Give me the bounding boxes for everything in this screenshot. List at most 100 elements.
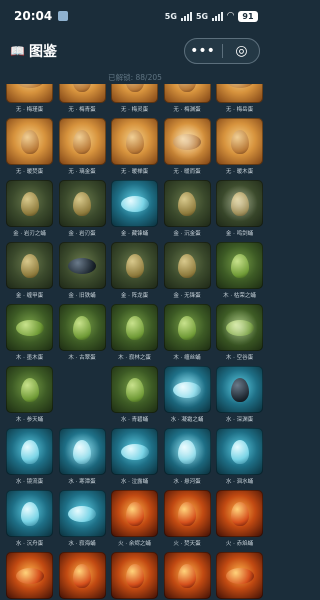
collection-item[interactable]: 火 · 焚天蛋 (163, 490, 211, 552)
collection-item[interactable]: 金 · 岩刃蛋 (58, 180, 106, 242)
collection-grid-viewport[interactable]: 无 · 梅瑾蛋 无 · 梅青蛋 无 · 梅灵蛋 无 · 梅渊蛋 无 · 梅岳蛋无 · 暖… (0, 84, 270, 600)
egg-icon (120, 444, 149, 461)
collection-item[interactable]: 无 · 梅灵蛋 (111, 84, 158, 118)
collection-item[interactable]: 无 · 暖焚蛋 (6, 118, 53, 180)
egg-image (216, 180, 263, 227)
collection-item[interactable]: 水 · 青碧蛹 (111, 366, 158, 428)
egg-image (216, 84, 263, 103)
collection-item[interactable]: 水 · 沉舟蛋 (6, 490, 53, 552)
collection-item[interactable]: 水 · 洄水蛹 (216, 428, 263, 490)
egg-image (111, 304, 158, 351)
egg-icon (230, 502, 249, 527)
collection-item[interactable] (6, 552, 53, 600)
egg-icon (125, 564, 144, 589)
collection-item[interactable]: 火 · 赤焰蛹 (216, 490, 263, 552)
unlock-progress: 已解锁: 88/205 (108, 73, 162, 82)
collection-item[interactable]: 水 · 泣露蛹 (111, 428, 158, 490)
egg-image (216, 366, 263, 413)
egg-icon (225, 320, 254, 337)
egg-image (6, 490, 53, 537)
signal-bars-icon (180, 11, 192, 21)
collection-item[interactable]: 金 · 沉金蛋 (163, 180, 211, 242)
item-label: 木 · 墨木蛋 (15, 355, 44, 361)
collection-item[interactable]: 木 · 参天蛹 (6, 366, 53, 428)
egg-icon (125, 130, 144, 155)
collection-item[interactable]: 木 · 缠丝蛹 (163, 304, 211, 366)
collection-item[interactable]: 金 · 旧铁蛹 (58, 242, 106, 304)
collection-item[interactable]: 木 · 古翠蛋 (58, 304, 106, 366)
more-dots-icon[interactable]: ••• (187, 41, 219, 61)
item-label: 火 · 余烬之蛹 (118, 541, 151, 547)
collection-item[interactable] (111, 552, 158, 600)
collection-item[interactable]: 水 · 深渊蛋 (216, 366, 263, 428)
status-time: 20:04 (14, 9, 53, 23)
collection-item[interactable]: 无 · 璃金蛋 (58, 118, 106, 180)
collection-item[interactable]: 水 · 悬河蛋 (163, 428, 211, 490)
egg-image (216, 304, 263, 351)
collection-item[interactable]: 无 · 梅青蛋 (58, 84, 106, 118)
collection-item[interactable]: 水 · 寂海蛹 (58, 490, 106, 552)
egg-image (163, 118, 211, 165)
collection-item[interactable]: 木 · 空谷蛋 (216, 304, 263, 366)
egg-image (58, 84, 106, 103)
collection-item[interactable]: 木 · 寂林之蛋 (111, 304, 158, 366)
collection-item[interactable]: 金 · 缠甲蛋 (6, 242, 53, 304)
collection-item[interactable]: 无 · 暖禅蛋 (111, 118, 158, 180)
item-label: 无 · 暖而蛋 (173, 169, 201, 175)
egg-image (6, 552, 53, 599)
egg-icon (178, 192, 196, 217)
item-label: 火 · 赤焰蛹 (225, 541, 254, 547)
egg-image (111, 428, 158, 475)
item-label: 水 · 沉舟蛋 (15, 541, 44, 547)
egg-icon (230, 130, 249, 155)
collection-item[interactable]: 无 · 梅渊蛋 (163, 84, 211, 118)
item-label: 无 · 暖木蛋 (225, 169, 254, 175)
collection-item[interactable]: 无 · 梅瑾蛋 (6, 84, 53, 118)
item-label: 金 · 岩刃之蛹 (13, 231, 46, 237)
notification-icon (58, 11, 69, 21)
egg-icon (20, 502, 39, 527)
capsule-close-icon[interactable]: ◎ (226, 41, 258, 61)
egg-icon (178, 440, 196, 465)
battery-icon: 91 (238, 10, 258, 22)
collection-item[interactable]: 无 · 暖而蛋 (163, 118, 211, 180)
collection-item[interactable]: 金 · 藏锋蛹 (111, 180, 158, 242)
collection-item[interactable]: 水 · 凝霜之蛹 (163, 366, 211, 428)
collection-item[interactable]: 金 · 鸣剑蛹 (216, 180, 263, 242)
collection-item[interactable]: 水 · 镜流蛋 (6, 428, 53, 490)
item-label: 水 · 洄水蛹 (225, 479, 254, 485)
egg-image (163, 552, 211, 599)
item-label: 水 · 悬河蛋 (173, 479, 201, 485)
item-label: 木 · 空谷蛋 (225, 355, 254, 361)
collection-item[interactable] (163, 552, 211, 600)
collection-item[interactable]: 金 · 岩刃之蛹 (6, 180, 53, 242)
collection-item[interactable]: 水 · 寒潭蛋 (58, 428, 106, 490)
signal-label-1: 5G (164, 11, 177, 21)
item-label: 水 · 凝霜之蛹 (170, 417, 204, 423)
collection-item[interactable] (216, 552, 263, 600)
egg-icon (225, 568, 254, 585)
egg-icon (178, 84, 196, 93)
collection-item[interactable] (58, 552, 106, 600)
egg-image (6, 242, 53, 289)
collection-item[interactable]: 火 · 余烬之蛹 (111, 490, 158, 552)
collection-item[interactable]: 无 · 梅岳蛋 (216, 84, 263, 118)
egg-icon (225, 84, 254, 89)
collection-item[interactable]: 木 · 墨木蛋 (6, 304, 53, 366)
collection-item[interactable]: 无 · 暖木蛋 (216, 118, 263, 180)
item-label: 无 · 梅瑾蛋 (15, 107, 44, 113)
egg-image (111, 118, 158, 165)
collection-item[interactable]: 木 · 枯荣之蛹 (216, 242, 263, 304)
egg-image (163, 304, 211, 351)
item-label: 无 · 暖焚蛋 (15, 169, 44, 175)
item-label: 无 · 暖禅蛋 (120, 169, 149, 175)
egg-icon (15, 84, 44, 89)
egg-icon (73, 192, 91, 217)
collection-item[interactable]: 金 · 无锋蛋 (163, 242, 211, 304)
item-label: 金 · 鸣剑蛹 (225, 231, 254, 237)
egg-image (6, 180, 53, 227)
collection-item[interactable]: 金 · 阵龙蛋 (111, 242, 158, 304)
egg-image (163, 180, 211, 227)
egg-image (216, 552, 263, 599)
egg-image (111, 242, 158, 289)
